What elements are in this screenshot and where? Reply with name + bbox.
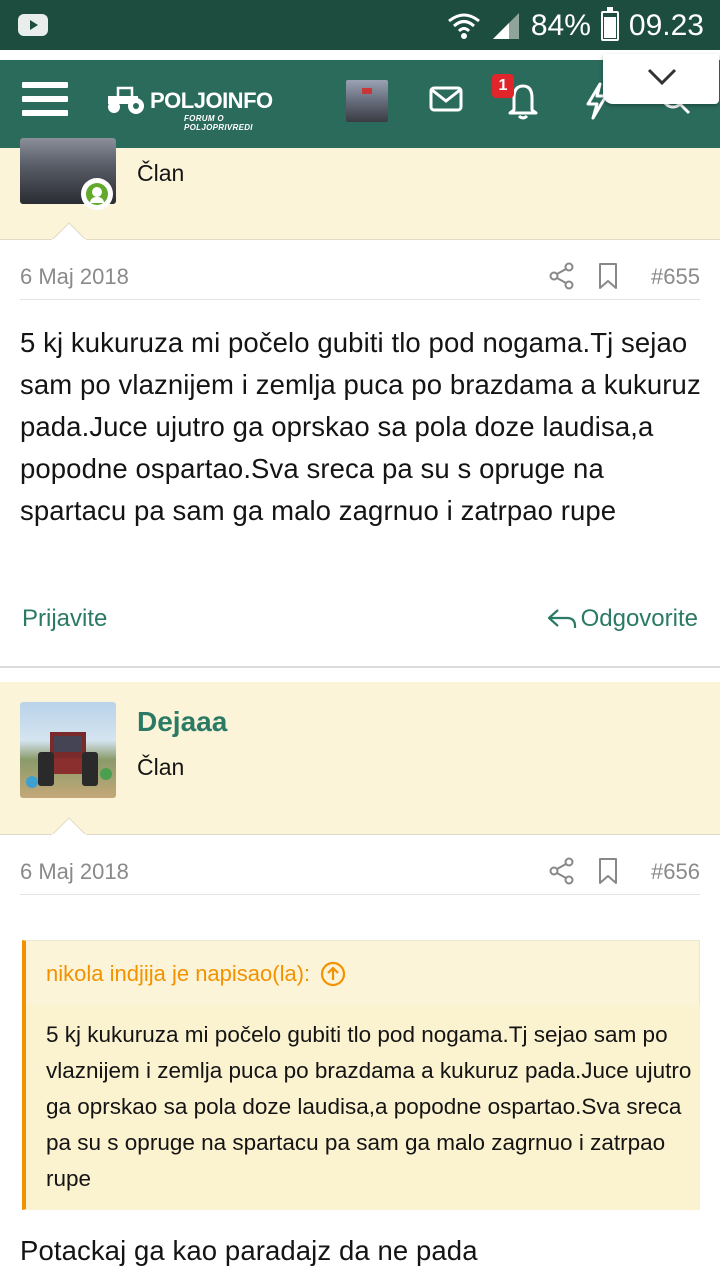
quote-block: nikola indjija je napisao(la): 5 kj kuku… [22, 940, 700, 1210]
collapse-toggle-button[interactable] [603, 54, 719, 104]
post-meta: 6 Maj 2018 #655 [20, 260, 700, 300]
tractor-logo-icon [108, 86, 144, 114]
post-date[interactable]: 6 Maj 2018 [20, 859, 129, 885]
post-user-block: Član [0, 138, 720, 240]
status-bar: 84% 09.23 [0, 0, 720, 50]
account-avatar[interactable] [346, 80, 388, 122]
share-icon[interactable] [549, 857, 575, 885]
post-user-block: Dejaaa Član [0, 682, 720, 835]
reply-link[interactable]: Odgovorite [547, 605, 698, 633]
clock: 09.23 [628, 9, 704, 42]
battery-icon [600, 7, 619, 41]
online-status-icon [81, 178, 113, 210]
mail-icon[interactable] [429, 86, 463, 112]
post-number[interactable]: #656 [651, 859, 700, 885]
arrow-caret [52, 817, 86, 835]
logo-subtitle: FORUM O POLJOPRIVREDI [184, 114, 253, 132]
signal-icon [492, 13, 519, 39]
username[interactable]: Dejaaa [137, 706, 227, 738]
bookmark-icon[interactable] [598, 857, 618, 885]
user-role: Član [137, 754, 185, 780]
post-date[interactable]: 6 Maj 2018 [20, 264, 129, 290]
report-link[interactable]: Prijavite [22, 605, 107, 633]
reply-icon [547, 609, 576, 628]
arrow-caret [52, 222, 86, 240]
battery-percent: 84% [530, 9, 591, 42]
post-body: Potackaj ga kao paradajz da ne pada [20, 1235, 478, 1266]
quote-header[interactable]: nikola indjija je napisao(la): [46, 961, 346, 987]
site-logo[interactable]: POLJOINFO FORUM O POLJOPRIVREDI [104, 82, 284, 132]
notification-badge: 1 [492, 74, 514, 98]
post-meta: 6 Maj 2018 #656 [20, 855, 700, 895]
quote-text: 5 kj kukuruza mi počelo gubiti tlo pod n… [46, 1022, 692, 1191]
quote-body: 5 kj kukuruza mi počelo gubiti tlo pod n… [26, 1005, 700, 1210]
post-actions: Prijavite Odgovorite [22, 605, 698, 645]
bookmark-icon[interactable] [598, 262, 618, 290]
wifi-icon [447, 13, 480, 39]
tractor-photo-icon [26, 732, 112, 788]
logo-name: POLJOINFO [150, 88, 273, 113]
menu-icon[interactable] [22, 82, 68, 122]
quote-author[interactable]: nikola indjija je napisao(la): [46, 961, 310, 987]
user-role: Član [137, 160, 185, 186]
post-number[interactable]: #655 [651, 264, 700, 290]
arrow-up-circle-icon[interactable] [320, 961, 346, 987]
youtube-icon [18, 14, 48, 36]
share-icon[interactable] [549, 262, 575, 290]
post-body: 5 kj kukuruza mi počelo gubiti tlo pod n… [20, 327, 701, 526]
chevron-down-icon [647, 68, 677, 86]
post-divider [0, 666, 720, 680]
avatar[interactable] [20, 702, 116, 798]
reply-label: Odgovorite [580, 605, 698, 632]
